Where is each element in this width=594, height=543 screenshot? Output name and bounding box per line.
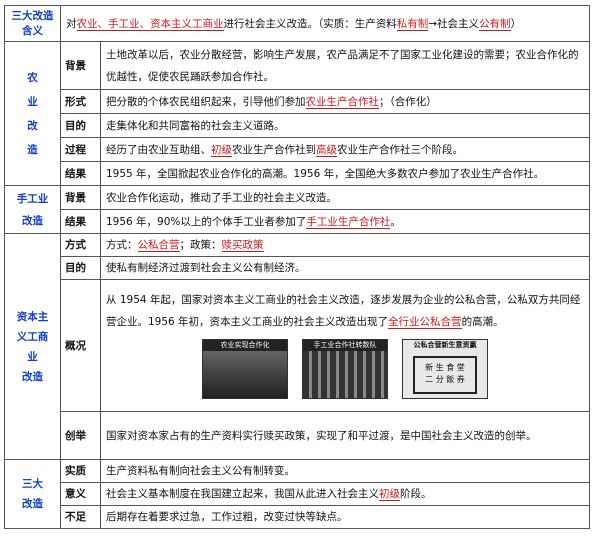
label-method: 方式: [60, 233, 101, 257]
red-redemption: 赎买政策: [221, 239, 264, 252]
knowledge-table: 三大改造含义 对农业、手工业、资本主义工商业进行社会主义改造。（实质：生产资料私…: [4, 5, 590, 529]
meaning-text: 对农业、手工业、资本主义工商业进行社会主义改造。（实质：生产资料私有制→社会主义…: [60, 5, 590, 42]
photo-strip: 农业实现合作化 手工业合作社转数队 公私合营新生意资赢 新 生 食 堂二 分 飯…: [106, 333, 584, 403]
label-goal: 目的: [60, 256, 101, 280]
head-handicraft: 手工业 改造: [4, 185, 61, 234]
label-process: 过程: [60, 137, 101, 162]
red-hand-coop: 手工业生产合作社: [306, 215, 391, 229]
head-capitalist: 资本主 义工商 业 改造: [4, 233, 61, 460]
label-goal: 目的: [60, 113, 101, 138]
head-three-reforms-meaning: 三大改造含义: [4, 5, 61, 42]
cap-goal-text: 使私有制经济过渡到社会主义公有制经济。: [100, 256, 590, 280]
red-private: 私有制: [396, 17, 429, 31]
red-target: 农业、手工业、资本主义工商业: [76, 17, 224, 31]
label-result: 结果: [60, 161, 101, 186]
agri-form-text: 把分散的个体农民组织起来，引导他们参加农业生产合作社；（合作化）: [100, 89, 590, 114]
red-primary: 初级: [211, 143, 232, 157]
cap-overview-cell: 从 1954 年起，国家对资本主义工商业的社会主义改造，逐步发展为企业的公私合营…: [100, 279, 590, 412]
agri-goal-text: 走集体化和共同富裕的社会主义道路。: [100, 113, 590, 138]
hand-background-text: 农业合作化运动，推动了手工业的社会主义改造。: [100, 185, 590, 210]
red-initial-stage: 初级: [379, 488, 400, 501]
label-result: 结果: [60, 209, 101, 234]
row-meaning: 三大改造含义 对农业、手工业、资本主义工商业进行社会主义改造。（实质：生产资料私…: [4, 5, 590, 42]
cap-method-text: 方式：公私合营；政策：赎买政策: [100, 233, 590, 257]
label-background: 背景: [60, 41, 101, 90]
red-whole-industry: 全行业公私合营: [388, 315, 462, 329]
label-background: 背景: [60, 185, 101, 210]
red-joint: 公私合营: [137, 239, 180, 252]
label-shortcoming: 不足: [60, 505, 101, 529]
hand-result-text: 1956 年，90%以上的个体手工业者参加了手工业生产合作社。: [100, 209, 590, 234]
three-essence-text: 生产资料私有制向社会主义公有制转变。: [100, 459, 590, 483]
head-three-reforms: 三大 改造: [4, 459, 61, 529]
agri-process-text: 经历了由农业互助组、初级农业生产合作社到高级农业生产合作社三个阶段。: [100, 137, 590, 162]
three-significance-text: 社会主义基本制度在我国建立起来，我国从此进入社会主义初级阶段。: [100, 482, 590, 506]
red-public: 公有制: [479, 17, 511, 31]
red-advanced: 高级: [316, 143, 337, 157]
label-essence: 实质: [60, 459, 101, 483]
label-overview: 概况: [60, 279, 101, 412]
cap-innovation-text: 国家对资本家占有的生产资料实行赎买政策，实现了和平过渡，是中国社会主义改造的创举…: [100, 411, 590, 460]
red-coop: 农业生产合作社: [305, 95, 379, 109]
cap-overview-text: 从 1954 年起，国家对资本主义工商业的社会主义改造，逐步发展为企业的公私合营…: [106, 293, 581, 329]
label-innovation: 创举: [60, 411, 101, 460]
photo-agri-coop: 农业实现合作化: [202, 338, 288, 399]
photo-hand-coop: 手工业合作社转数队: [302, 338, 388, 399]
photo-meal-ticket: 公私合营新生意资赢 新 生 食 堂二 分 飯 券: [402, 338, 488, 399]
label-significance: 意义: [60, 482, 101, 506]
label-form: 形式: [60, 89, 101, 114]
agri-background-text: 土地改革以后，农业分散经营，影响生产发展，农产品满足不了国家工业化建设的需要；农…: [100, 41, 590, 90]
three-shortcoming-text: 后期存在着要求过急，工作过粗，改变过快等缺点。: [100, 505, 590, 529]
head-agriculture: 农 业 改 造: [4, 41, 61, 186]
agri-result-text: 1955 年，全国掀起农业合作化的高潮。1956 年，全国绝大多数农户参加了农业…: [100, 161, 590, 186]
